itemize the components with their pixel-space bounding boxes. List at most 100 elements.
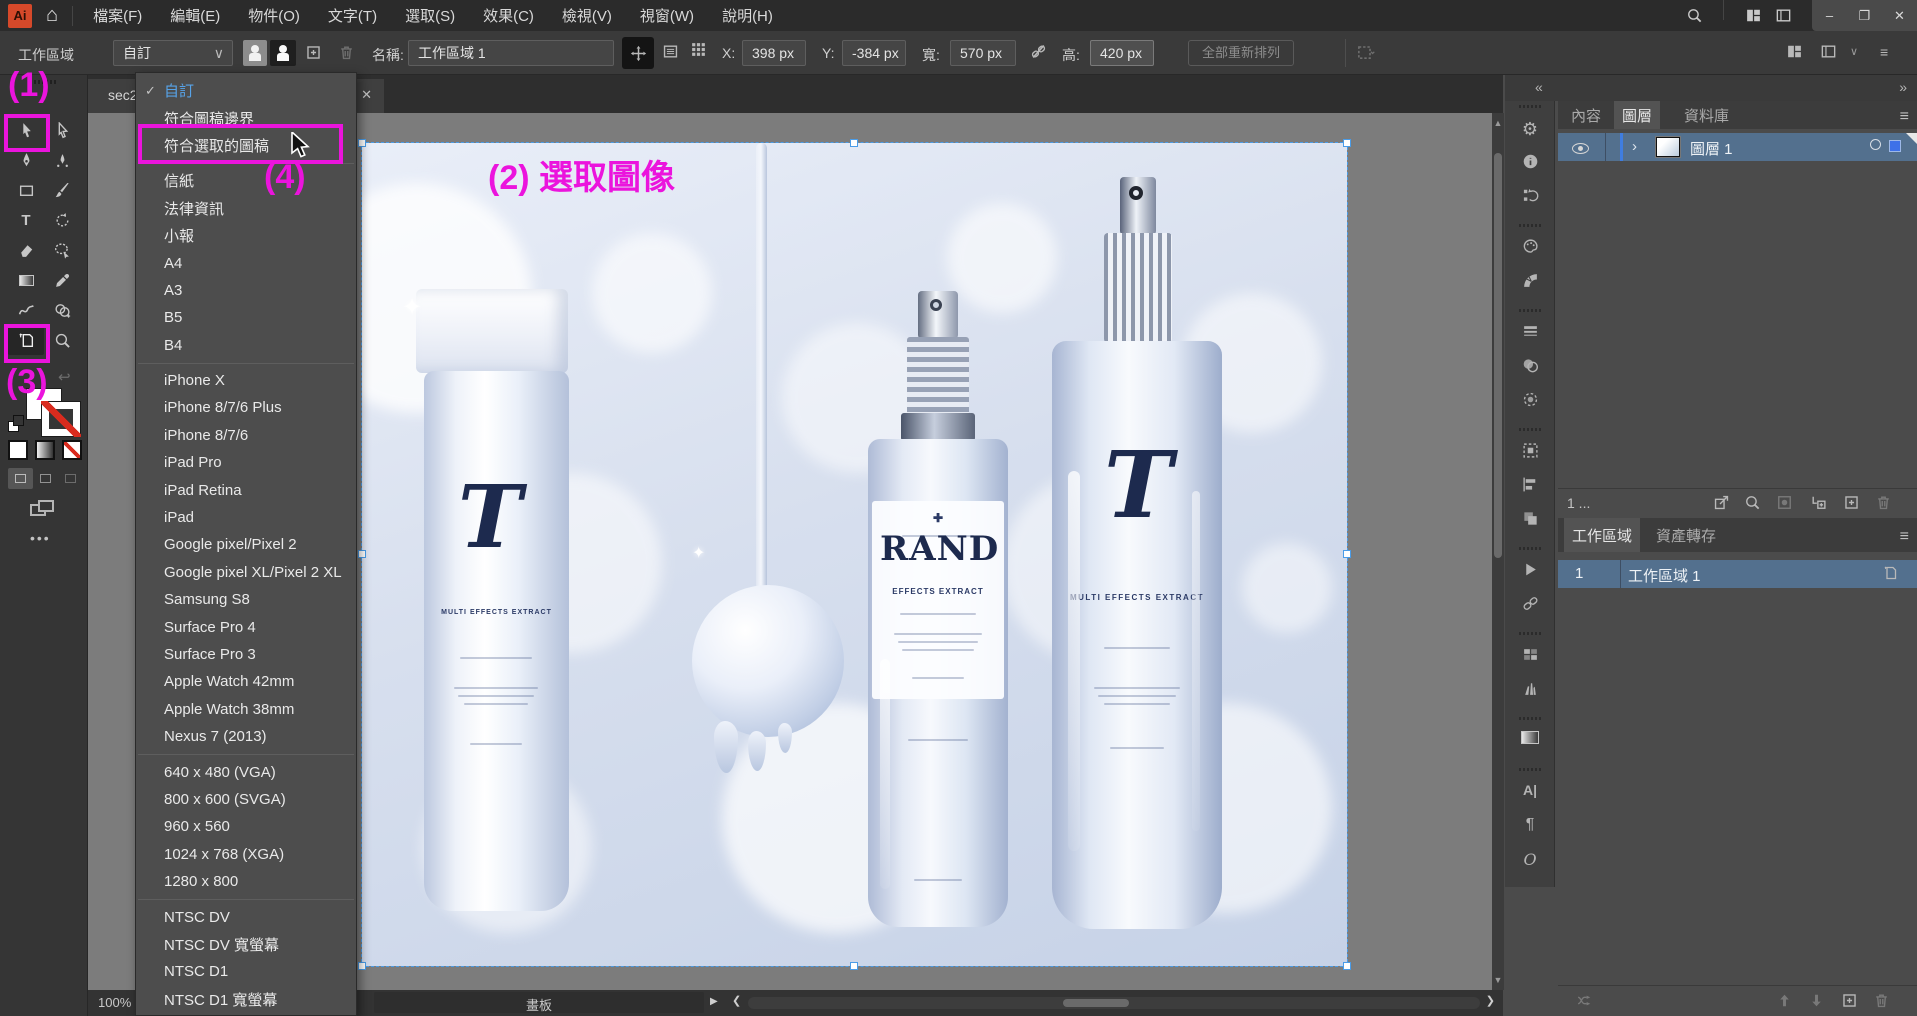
delete-artboard-button[interactable] bbox=[338, 44, 355, 61]
swatches-icon[interactable] bbox=[1505, 646, 1555, 663]
tab-libraries[interactable]: 資料庫 bbox=[1676, 101, 1737, 129]
gradient-tool[interactable] bbox=[8, 265, 44, 295]
artboard-image[interactable]: T MULTI EFFECTS EXTRACT ✚ RAND EFFECTS E… bbox=[362, 143, 1347, 966]
draw-normal-button[interactable] bbox=[8, 468, 33, 489]
rectangle-tool[interactable] bbox=[8, 175, 44, 205]
preset-select[interactable]: 自訂 ∨ bbox=[113, 40, 233, 66]
artboard-name-input[interactable]: 工作區域 1 bbox=[408, 40, 614, 66]
menu-item-8[interactable]: 視窗(W) bbox=[634, 1, 700, 30]
eraser-tool[interactable] bbox=[8, 235, 44, 265]
rotate-tool[interactable] bbox=[44, 205, 80, 235]
layer-thumbnail[interactable] bbox=[1656, 137, 1680, 157]
preset-item-24[interactable]: Apple Watch 42mm bbox=[136, 668, 356, 695]
preset-item-34[interactable]: NTSC DV bbox=[136, 903, 356, 930]
gradient-button[interactable] bbox=[35, 440, 55, 460]
scroll-left-icon[interactable]: ❮ bbox=[732, 994, 741, 1007]
trash-icon[interactable] bbox=[1873, 992, 1890, 1009]
character-icon[interactable]: A| bbox=[1505, 782, 1555, 798]
search-icon[interactable] bbox=[1744, 494, 1761, 511]
horizontal-scrollbar[interactable] bbox=[748, 997, 1480, 1009]
strip-drag-handle[interactable] bbox=[1519, 224, 1541, 227]
new-artboard-button[interactable] bbox=[305, 44, 322, 61]
preset-item-25[interactable]: Apple Watch 38mm bbox=[136, 696, 356, 723]
preset-item-30[interactable]: 960 x 560 bbox=[136, 813, 356, 840]
horizontal-scroll-thumb[interactable] bbox=[1063, 999, 1129, 1007]
landscape-orientation-button[interactable] bbox=[270, 40, 296, 66]
strip-drag-handle[interactable] bbox=[1519, 717, 1541, 720]
layer-name[interactable]: 圖層 1 bbox=[1690, 138, 1733, 159]
arrange-documents-icon[interactable] bbox=[1738, 0, 1768, 31]
menu-item-3[interactable]: 物件(O) bbox=[242, 1, 306, 30]
vertical-scrollbar[interactable]: ▲ ▼ bbox=[1492, 113, 1504, 990]
tab-asset-export[interactable]: 資產轉存 bbox=[1648, 518, 1724, 552]
expand-panels-icon[interactable]: » bbox=[1899, 79, 1907, 95]
preset-item-21[interactable]: Samsung S8 bbox=[136, 586, 356, 613]
move-up-icon[interactable] bbox=[1776, 992, 1793, 1009]
selection-handle[interactable] bbox=[1343, 550, 1351, 558]
tab-layers[interactable]: 圖層 bbox=[1614, 101, 1660, 129]
brushes-icon[interactable] bbox=[1505, 680, 1555, 697]
move-down-icon[interactable] bbox=[1808, 992, 1825, 1009]
scroll-right-icon[interactable]: ❯ bbox=[1486, 994, 1495, 1007]
color-guide-icon[interactable] bbox=[1505, 272, 1555, 289]
stroke-icon[interactable] bbox=[1505, 323, 1555, 340]
paragraph-icon[interactable]: ¶ bbox=[1505, 816, 1555, 834]
status-play-icon[interactable]: ▶ bbox=[710, 996, 718, 1007]
bubble-select-tool[interactable] bbox=[44, 235, 80, 265]
artboard-marks-icon[interactable] bbox=[1356, 43, 1375, 62]
scroll-down-icon[interactable]: ▼ bbox=[1492, 975, 1504, 985]
preset-item-11[interactable]: B4 bbox=[136, 332, 356, 359]
preset-item-5[interactable]: 信紙 bbox=[136, 167, 356, 194]
preset-item-18[interactable]: iPad bbox=[136, 504, 356, 531]
screen-mode-button[interactable] bbox=[30, 500, 56, 520]
menu-item-2[interactable]: 編輯(E) bbox=[164, 1, 226, 30]
preset-item-20[interactable]: Google pixel XL/Pixel 2 XL bbox=[136, 559, 356, 586]
selection-handle[interactable] bbox=[1343, 962, 1351, 970]
symbols-icon[interactable] bbox=[1505, 442, 1555, 459]
strip-drag-handle[interactable] bbox=[1519, 768, 1541, 771]
strip-drag-handle[interactable] bbox=[1519, 632, 1541, 635]
tab-artboards[interactable]: 工作區域 bbox=[1564, 518, 1640, 552]
move-artboard-button[interactable] bbox=[622, 37, 654, 69]
close-button[interactable]: ✕ bbox=[1882, 0, 1917, 31]
new-artboard-icon[interactable] bbox=[1841, 992, 1858, 1009]
menu-item-9[interactable]: 說明(H) bbox=[716, 1, 779, 30]
minimize-button[interactable]: – bbox=[1812, 0, 1847, 31]
rearrange-all-button[interactable]: 全部重新排列 bbox=[1188, 40, 1294, 66]
draw-inside-button[interactable] bbox=[58, 468, 83, 489]
collapse-panels-icon[interactable]: « bbox=[1535, 79, 1543, 95]
scroll-up-icon[interactable]: ▲ bbox=[1492, 118, 1504, 128]
strip-drag-handle[interactable] bbox=[1519, 547, 1541, 550]
preset-item-36[interactable]: NTSC D1 bbox=[136, 958, 356, 985]
artboard-row[interactable]: 1 工作區域 1 bbox=[1558, 560, 1917, 588]
strip-drag-handle[interactable] bbox=[1519, 105, 1541, 108]
selection-handle[interactable] bbox=[850, 139, 858, 147]
menu-item-6[interactable]: 效果(C) bbox=[477, 1, 540, 30]
arrange-grid-icon[interactable] bbox=[1786, 43, 1803, 60]
preset-item-15[interactable]: iPhone 8/7/6 bbox=[136, 422, 356, 449]
strip-drag-handle[interactable] bbox=[1519, 309, 1541, 312]
y-input[interactable]: -384 px bbox=[842, 40, 906, 66]
links-icon[interactable] bbox=[1505, 595, 1555, 612]
color-button[interactable] bbox=[8, 440, 28, 460]
search-icon[interactable] bbox=[1679, 0, 1709, 31]
menu-item-7[interactable]: 檢視(V) bbox=[556, 1, 618, 30]
tab-content[interactable]: 內容 bbox=[1563, 101, 1609, 129]
preset-item-7[interactable]: 小報 bbox=[136, 222, 356, 249]
color-palette-icon[interactable] bbox=[1505, 238, 1555, 255]
more-tools-button[interactable]: ••• bbox=[30, 530, 51, 546]
panel-preset-icon[interactable] bbox=[1820, 43, 1837, 60]
preset-item-29[interactable]: 800 x 600 (SVGA) bbox=[136, 786, 356, 813]
artboard-name[interactable]: 工作區域 1 bbox=[1628, 565, 1701, 586]
strip-drag-handle[interactable] bbox=[1519, 428, 1541, 431]
gradient-icon[interactable] bbox=[1505, 731, 1555, 744]
selection-handle[interactable] bbox=[1343, 139, 1351, 147]
x-input[interactable]: 398 px bbox=[742, 40, 806, 66]
preset-item-22[interactable]: Surface Pro 4 bbox=[136, 613, 356, 640]
selection-proxy-square[interactable] bbox=[1889, 140, 1901, 152]
new-layer-icon[interactable] bbox=[1843, 494, 1860, 511]
menu-item-1[interactable]: 檔案(F) bbox=[87, 1, 148, 30]
trash-icon[interactable] bbox=[1875, 494, 1892, 511]
preset-item-14[interactable]: iPhone 8/7/6 Plus bbox=[136, 394, 356, 421]
shape-builder-tool[interactable] bbox=[44, 295, 80, 325]
